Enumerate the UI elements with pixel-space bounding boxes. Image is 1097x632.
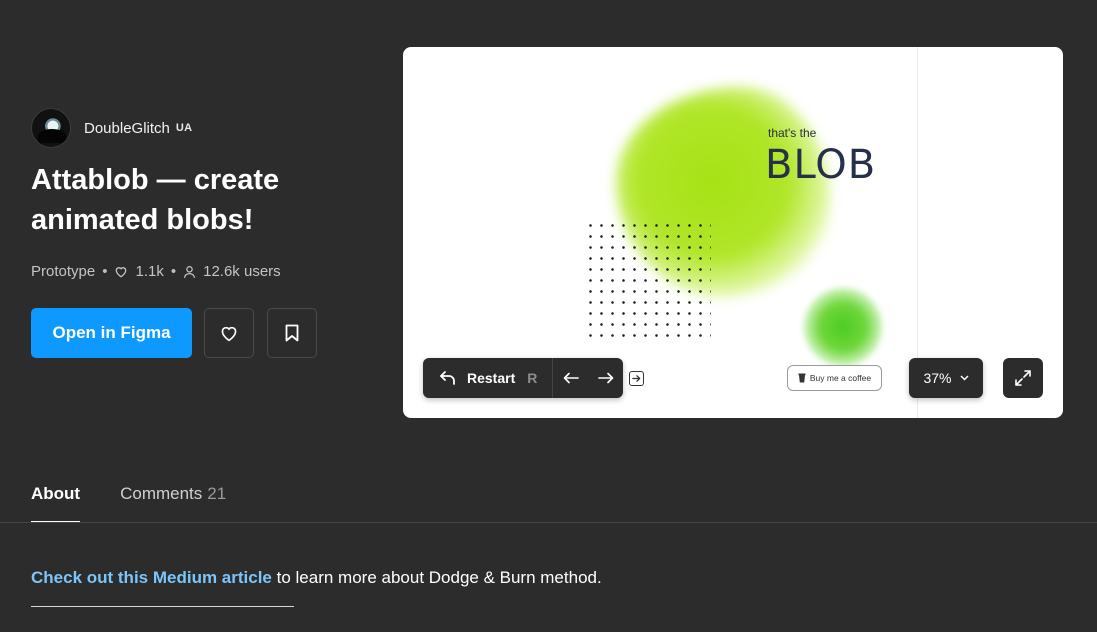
divider-line (31, 606, 294, 607)
file-title: Attablob — create animated blobs! (31, 164, 280, 236)
file-type: Prototype (31, 263, 96, 280)
tab-comments[interactable]: Comments 21 (120, 484, 226, 523)
restart-label: Restart (467, 370, 516, 386)
fullscreen-button[interactable] (1003, 358, 1043, 398)
arrow-right-icon[interactable] (597, 372, 614, 384)
buy-me-a-coffee-button[interactable]: Buy me a coffee (787, 365, 882, 391)
small-green-blob (803, 287, 883, 367)
heart-icon (116, 267, 127, 278)
medium-article-link[interactable]: Check out this Medium article (31, 568, 272, 587)
about-text: Check out this Medium article to learn m… (31, 568, 602, 588)
zoom-value: 37% (923, 370, 952, 386)
bookmark-icon (285, 324, 299, 342)
exit-button[interactable] (629, 371, 644, 386)
frame-navigation (553, 358, 623, 398)
heart-icon (221, 326, 237, 342)
users-count: 12.6k users (203, 263, 281, 280)
comments-count: 21 (207, 484, 227, 503)
playback-controls: Restart R (423, 358, 623, 398)
avatar[interactable] (31, 108, 71, 148)
prototype-preview[interactable]: that's the BLOB Restart R Buy me a coffe… (403, 47, 1063, 418)
bookmark-button[interactable] (267, 308, 317, 358)
coffee-label: Buy me a coffee (809, 373, 872, 383)
author-row[interactable]: DoubleGlitch UA (31, 108, 192, 148)
like-button[interactable] (204, 308, 254, 358)
author-tag: UA (175, 122, 193, 134)
tagline-text: that's the (768, 126, 817, 140)
tab-label: About (31, 484, 81, 503)
about-description: to learn more about Dodge & Burn method. (271, 568, 602, 587)
tab-label: Comments (120, 484, 203, 503)
zoom-dropdown[interactable]: 37% (909, 358, 983, 398)
chevron-down-icon (959, 375, 969, 381)
undo-icon (440, 371, 455, 385)
tab-bar: About Comments 21 (31, 484, 266, 523)
tabs-divider (0, 522, 1097, 523)
open-in-figma-button[interactable]: Open in Figma (31, 308, 192, 358)
expand-icon (1015, 370, 1031, 386)
tab-about[interactable]: About (31, 484, 81, 523)
blob-heading: BLOB (765, 142, 877, 188)
exit-icon (632, 375, 641, 382)
author-name[interactable]: DoubleGlitch (84, 120, 170, 137)
separator-dot: • (170, 263, 177, 280)
dot-grid (585, 220, 711, 342)
restart-shortcut: R (527, 370, 538, 386)
restart-button[interactable]: Restart R (423, 358, 553, 398)
arrow-left-icon[interactable] (563, 372, 579, 384)
user-icon (184, 265, 196, 278)
likes-count: 1.1k (135, 263, 164, 280)
coffee-icon (798, 373, 806, 383)
file-meta: Prototype • 1.1k • 12.6k users (31, 263, 281, 280)
separator-dot: • (102, 263, 108, 280)
